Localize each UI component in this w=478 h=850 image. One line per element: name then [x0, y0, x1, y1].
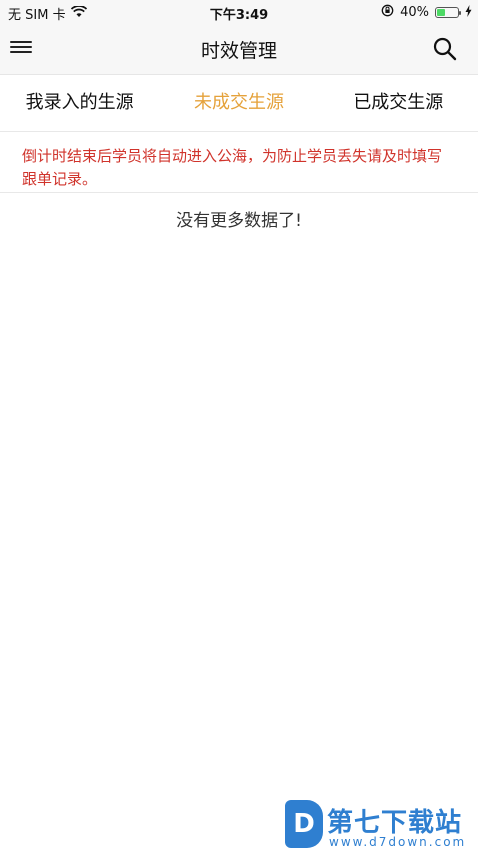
orientation-lock-icon: [381, 4, 394, 21]
notice-text: 倒计时结束后学员将自动进入公海，为防止学员丢失请及时填写跟单记录。: [22, 147, 443, 188]
divider: [0, 192, 478, 193]
battery-fill: [437, 9, 445, 16]
status-bar: 无 SIM 卡 下午3:49 40%: [0, 0, 478, 24]
search-icon[interactable]: [432, 36, 458, 62]
tab-not-closed[interactable]: 未成交生源: [159, 75, 318, 131]
tab-bar: 我录入的生源 未成交生源 已成交生源: [0, 75, 478, 132]
empty-message: 没有更多数据了!: [176, 211, 302, 231]
watermark-url: www.d7down.com: [329, 835, 467, 849]
nav-bar: 时效管理: [0, 24, 478, 75]
battery-percent: 40%: [400, 5, 429, 20]
charging-icon: [465, 4, 472, 21]
tab-closed[interactable]: 已成交生源: [319, 75, 478, 131]
watermark-title: 第七下载站: [327, 808, 463, 838]
page-title: 时效管理: [200, 40, 277, 62]
battery-cap: [459, 11, 461, 15]
battery-icon: [435, 7, 461, 18]
tab-my-entries[interactable]: 我录入的生源: [0, 75, 159, 131]
status-right: 40%: [381, 4, 472, 21]
watermark: D 第七下载站 www.d7down.com: [285, 800, 475, 850]
watermark-logo-icon: D: [285, 800, 323, 848]
